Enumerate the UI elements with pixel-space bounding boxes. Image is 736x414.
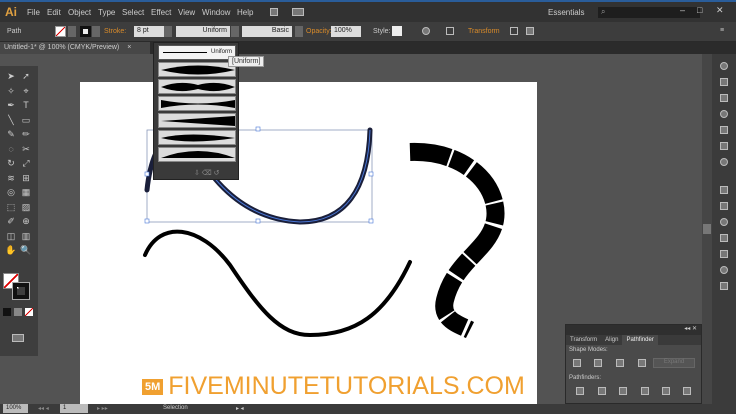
- panel-dock-icon[interactable]: [720, 62, 728, 70]
- panel-dock-icon[interactable]: [720, 202, 728, 210]
- crop-icon[interactable]: [641, 387, 649, 395]
- panel-dock-icon[interactable]: [720, 250, 728, 258]
- artboard-nav-prev[interactable]: ◂◂ ◂: [38, 405, 49, 412]
- tab-align[interactable]: Align: [601, 335, 622, 345]
- profile-uniform[interactable]: Uniform: [158, 45, 236, 60]
- panel-dock-icon[interactable]: [720, 126, 728, 134]
- status-menu-arrow[interactable]: ▸ ◂: [236, 405, 244, 412]
- intersect-icon[interactable]: [616, 359, 624, 367]
- width-profile-option[interactable]: [158, 79, 236, 94]
- width-profile-option[interactable]: [158, 130, 236, 145]
- unite-icon[interactable]: [573, 359, 581, 367]
- expand-button[interactable]: Expand: [653, 358, 695, 368]
- pathfinder-panel: ◂◂ ✕ Transform Align Pathfinder Shape Mo…: [565, 324, 702, 404]
- panel-dock-icon[interactable]: [720, 186, 728, 194]
- artboard-field[interactable]: 1: [60, 404, 88, 413]
- profile-uniform-label: Uniform: [210, 49, 232, 55]
- tapered-path[interactable]: [143, 229, 412, 338]
- panel-dock-icon[interactable]: [720, 142, 728, 150]
- panel-dock-icon[interactable]: [720, 266, 728, 274]
- width-profile-option[interactable]: [158, 113, 236, 128]
- profile-actions[interactable]: ⇩ ⌫ ↺: [194, 169, 220, 177]
- width-profile-popup: Uniform ⇩ ⌫ ↺: [153, 42, 239, 180]
- vertical-scrollbar[interactable]: [702, 54, 712, 404]
- outline-icon[interactable]: [662, 387, 670, 395]
- zoom-field[interactable]: 100%: [3, 404, 28, 413]
- current-tool-status[interactable]: Selection: [163, 405, 188, 411]
- width-profile-option[interactable]: [158, 96, 236, 111]
- pathfinders-label: Pathfinders:: [569, 375, 602, 381]
- panel-dock-icon[interactable]: [720, 110, 728, 118]
- minus-front-icon[interactable]: [594, 359, 602, 367]
- watermark-logo: 5M FIVEMINUTETUTORIALS.COM: [142, 372, 525, 401]
- panel-dock-icon[interactable]: [720, 158, 728, 166]
- status-bar: 100% ◂◂ ◂ 1 ▸ ▸▸ Selection ▸ ◂: [0, 404, 736, 414]
- trim-icon[interactable]: [598, 387, 606, 395]
- width-profile-option[interactable]: [158, 147, 236, 162]
- panel-dock-icon[interactable]: [720, 94, 728, 102]
- panel-dock-icon[interactable]: [720, 218, 728, 226]
- divide-icon[interactable]: [576, 387, 584, 395]
- watermark-text: FIVEMINUTETUTORIALS.COM: [168, 372, 525, 400]
- panel-dock-icon[interactable]: [720, 234, 728, 242]
- tooltip: [Uniform]: [228, 56, 265, 67]
- tab-pathfinder[interactable]: Pathfinder: [622, 335, 658, 345]
- charcoal-brush-path[interactable]: [409, 142, 505, 339]
- panel-dock: [712, 54, 736, 404]
- panel-dock-icon[interactable]: [720, 78, 728, 86]
- watermark-badge: 5M: [142, 378, 164, 395]
- panel-dock-icon[interactable]: [720, 282, 728, 290]
- minus-back-icon[interactable]: [683, 387, 691, 395]
- exclude-icon[interactable]: [638, 359, 646, 367]
- tab-transform[interactable]: Transform: [566, 335, 601, 345]
- artboard-nav-next[interactable]: ▸ ▸▸: [97, 405, 108, 412]
- width-profile-option[interactable]: [158, 62, 236, 77]
- scroll-thumb[interactable]: [703, 224, 711, 234]
- merge-icon[interactable]: [619, 387, 627, 395]
- shape-modes-label: Shape Modes:: [569, 347, 608, 353]
- panel-header[interactable]: ◂◂ ✕: [566, 325, 701, 335]
